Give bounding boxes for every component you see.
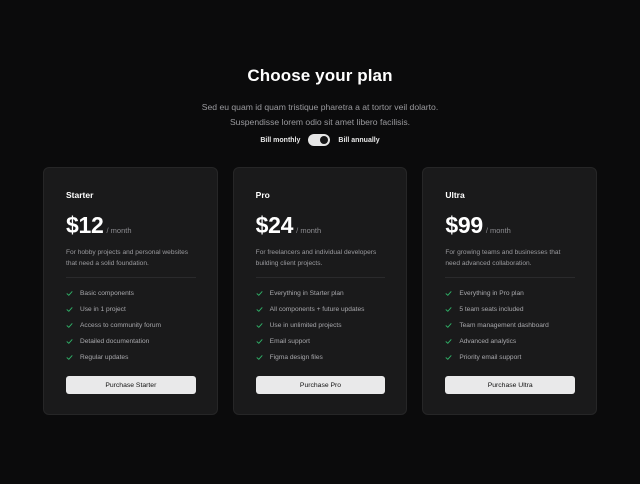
- feature-list: Basic components Use in 1 project Access…: [66, 285, 196, 365]
- plan-name: Starter: [66, 190, 94, 200]
- check-icon: [66, 290, 73, 297]
- feature-list: Everything in Starter plan All component…: [256, 285, 386, 365]
- price-row: $12 / month: [66, 212, 196, 239]
- billing-toggle[interactable]: [308, 134, 331, 146]
- feature-label: Priority email support: [459, 353, 522, 361]
- check-icon: [445, 306, 452, 313]
- plan-name: Pro: [255, 190, 270, 200]
- feature-label: Access to community forum: [80, 321, 161, 329]
- feature-label: Detailed documentation: [80, 337, 150, 345]
- feature-item: 5 team seats included: [445, 301, 575, 317]
- plan-period: / month: [296, 226, 322, 235]
- feature-list: Everything in Pro plan 5 team seats incl…: [445, 285, 575, 365]
- plan-description: For growing teams and businesses that ne…: [445, 249, 561, 267]
- bill-monthly-label[interactable]: Bill monthly: [260, 137, 300, 144]
- check-icon: [256, 338, 263, 345]
- subtitle-line: Sed eu quam id quam tristique pharetra a…: [201, 102, 439, 112]
- plan-period: / month: [106, 226, 132, 235]
- feature-item: Basic components: [66, 285, 196, 301]
- pricing-cards: Starter $12 / month For hobby projects a…: [43, 167, 598, 415]
- purchase-starter-button[interactable]: Purchase Starter: [66, 376, 196, 394]
- feature-item: Use in unlimited projects: [256, 317, 386, 333]
- page-title: Choose your plan: [247, 66, 393, 85]
- divider: [255, 277, 386, 278]
- plan-description: For freelancers and individual developer…: [255, 249, 377, 267]
- feature-item: Advanced analytics: [445, 333, 575, 349]
- feature-label: Use in 1 project: [80, 305, 126, 313]
- plan-card-ultra: Ultra $99 / month For growing teams and …: [422, 167, 598, 415]
- feature-label: 5 team seats included: [459, 305, 524, 313]
- check-icon: [66, 354, 73, 361]
- subtitle-line: Suspendisse lorem odio sit amet libero f…: [229, 116, 411, 127]
- divider: [66, 277, 196, 278]
- feature-label: Figma design files: [269, 353, 323, 361]
- check-icon: [445, 338, 452, 345]
- check-icon: [256, 290, 263, 297]
- feature-label: Everything in Starter plan: [269, 289, 344, 297]
- price-row: $99 / month: [445, 212, 575, 239]
- plan-name: Ultra: [445, 190, 465, 200]
- check-icon: [66, 322, 73, 329]
- feature-item: Use in 1 project: [66, 301, 196, 317]
- feature-item: Everything in Pro plan: [445, 285, 575, 301]
- check-icon: [445, 354, 452, 361]
- feature-item: Priority email support: [445, 349, 575, 365]
- purchase-ultra-button[interactable]: Purchase Ultra: [445, 376, 576, 394]
- feature-item: Figma design files: [256, 349, 386, 365]
- check-icon: [256, 322, 263, 329]
- feature-item: Access to community forum: [66, 317, 196, 333]
- check-icon: [445, 322, 452, 329]
- feature-label: Regular updates: [80, 353, 129, 361]
- feature-label: Team management dashboard: [459, 321, 549, 329]
- page-subtitle: Sed eu quam id quam tristique pharetra a…: [0, 100, 640, 129]
- price-row: $24 / month: [256, 212, 386, 239]
- toggle-knob: [320, 136, 329, 144]
- feature-item: Everything in Starter plan: [256, 285, 386, 301]
- pricing-header: Choose your plan Sed eu quam id quam tri…: [0, 66, 640, 129]
- purchase-pro-button[interactable]: Purchase Pro: [255, 376, 386, 394]
- check-icon: [256, 306, 263, 313]
- billing-toggle-group: Bill monthly Bill annually: [0, 134, 640, 146]
- plan-price: $24: [255, 212, 294, 238]
- plan-card-pro: Pro $24 / month For freelancers and indi…: [232, 167, 408, 415]
- plan-price: $99: [445, 212, 483, 238]
- bill-annually-label[interactable]: Bill annually: [338, 137, 379, 144]
- feature-item: Email support: [256, 333, 386, 349]
- check-icon: [445, 290, 452, 297]
- feature-item: Detailed documentation: [66, 333, 196, 349]
- feature-label: Advanced analytics: [459, 337, 517, 345]
- check-icon: [66, 338, 73, 345]
- check-icon: [256, 354, 263, 361]
- plan-period: / month: [485, 226, 511, 235]
- divider: [445, 277, 576, 278]
- feature-label: All components + future updates: [269, 305, 365, 313]
- check-icon: [66, 306, 73, 313]
- plan-price: $12: [66, 212, 104, 238]
- feature-label: Basic components: [80, 289, 134, 297]
- feature-label: Use in unlimited projects: [269, 321, 342, 329]
- feature-item: All components + future updates: [256, 301, 386, 317]
- plan-description: For hobby projects and personal websites…: [66, 249, 189, 267]
- feature-label: Email support: [269, 337, 310, 345]
- feature-item: Regular updates: [66, 349, 196, 365]
- feature-label: Everything in Pro plan: [459, 289, 524, 297]
- feature-item: Team management dashboard: [445, 317, 575, 333]
- plan-card-starter: Starter $12 / month For hobby projects a…: [43, 167, 218, 415]
